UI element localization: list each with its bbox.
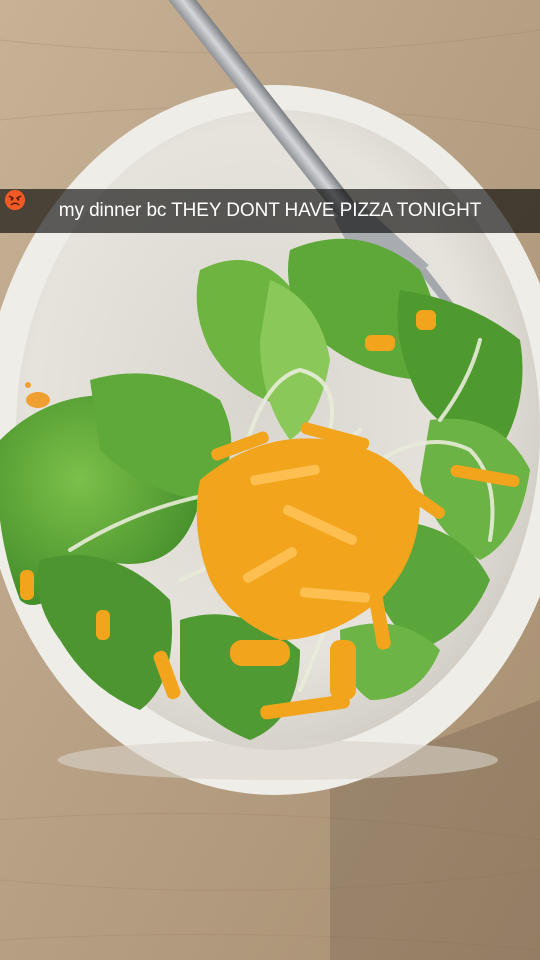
salad-bowl-photo <box>0 0 540 960</box>
story-caption: my dinner bc THEY DONT HAVE PIZZA TONIGH… <box>58 200 482 221</box>
story-caption-bar: my dinner bc THEY DONT HAVE PIZZA TONIGH… <box>0 189 540 233</box>
story-photo: my dinner bc THEY DONT HAVE PIZZA TONIGH… <box>0 0 540 960</box>
angry-face-emoji-icon <box>4 189 26 211</box>
